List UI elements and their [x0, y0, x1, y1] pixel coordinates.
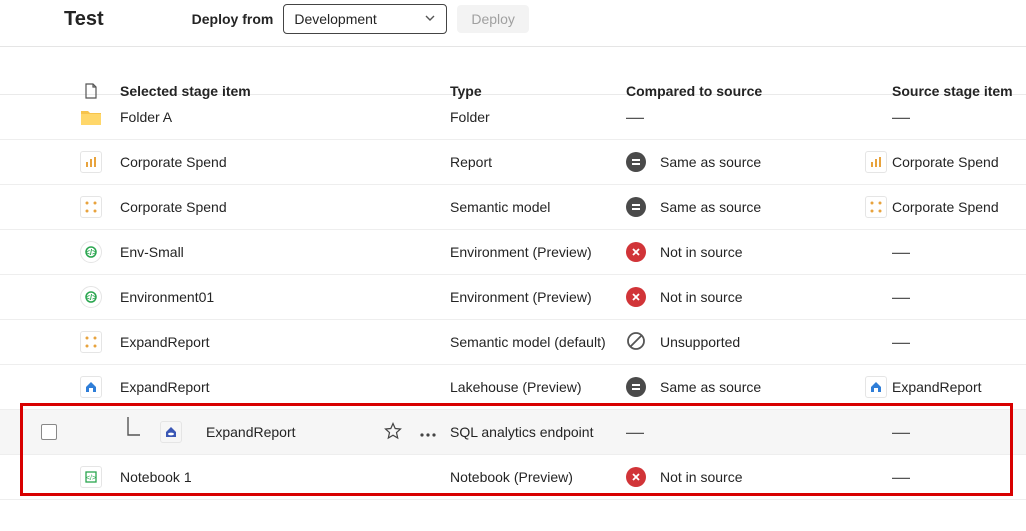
source-item-name: —: [892, 287, 1026, 308]
compare-label: Same as source: [660, 379, 761, 395]
source-item-type-icon: [860, 376, 892, 398]
item-name: Folder A: [120, 109, 172, 125]
source-item-name: —: [892, 242, 1026, 263]
item-name: Corporate Spend: [120, 154, 227, 170]
svg-text:</>: </>: [85, 293, 97, 302]
item-name: Corporate Spend: [120, 199, 227, 215]
same-as-source-icon: [626, 197, 646, 217]
item-name: Notebook 1: [120, 469, 192, 485]
col-selected-stage-item: Selected stage item: [120, 83, 450, 99]
table-header: Selected stage item Type Compared to sou…: [0, 47, 1026, 95]
item-type-icon: [62, 376, 120, 398]
item-type-label: Lakehouse (Preview): [450, 379, 626, 395]
source-item-name: Corporate Spend: [892, 199, 1026, 215]
table-row[interactable]: ExpandReportSQL analytics endpoint——: [0, 410, 1026, 455]
not-in-source-icon: [626, 242, 646, 262]
compare-label: Unsupported: [660, 334, 740, 350]
source-stage-select[interactable]: Development: [283, 4, 447, 34]
table-row[interactable]: ExpandReport Semantic model (default) Unsu…: [0, 320, 1026, 365]
source-item-name: —: [892, 332, 1026, 353]
table-row[interactable]: ExpandReport Lakehouse (Preview) Same as s…: [0, 365, 1026, 410]
svg-text:</>: </>: [86, 475, 96, 482]
source-item-name: Corporate Spend: [892, 154, 1026, 170]
item-type-label: Semantic model: [450, 199, 626, 215]
deploy-button[interactable]: Deploy: [457, 5, 529, 33]
source-item-type-icon: [860, 151, 892, 173]
compare-label: Same as source: [660, 154, 761, 170]
item-type-icon: [62, 331, 120, 353]
compare-label: Not in source: [660, 469, 742, 485]
item-name: Environment01: [120, 289, 214, 305]
table-row[interactable]: Folder AFolder——: [0, 95, 1026, 140]
stage-title: Test: [64, 8, 104, 31]
table-row[interactable]: </> Env-Small Environment (Preview) Not in …: [0, 230, 1026, 275]
source-item-name: ExpandReport: [892, 379, 1026, 395]
item-type-label: Environment (Preview): [450, 244, 626, 260]
item-name: ExpandReport: [120, 334, 210, 350]
item-type-label: Semantic model (default): [450, 334, 626, 350]
item-type-label: Report: [450, 154, 626, 170]
item-type-icon: [62, 196, 120, 218]
table-row[interactable]: Corporate Spend Report Same as source Corpo…: [0, 140, 1026, 185]
item-type-label: Notebook (Preview): [450, 469, 626, 485]
item-icon-header: [62, 83, 120, 99]
deploy-from-label: Deploy from: [192, 11, 274, 27]
compare-label: Not in source: [660, 244, 742, 260]
source-item-name: —: [892, 107, 1026, 128]
item-name: ExpandReport: [206, 424, 296, 440]
item-type-label: Folder: [450, 109, 626, 125]
compare-label: Same as source: [660, 199, 761, 215]
not-in-source-icon: [626, 467, 646, 487]
items-table: Selected stage item Type Compared to sou…: [0, 47, 1026, 500]
item-type-icon: </>: [62, 286, 120, 308]
chevron-down-icon: [424, 11, 436, 27]
item-type-label: Environment (Preview): [450, 289, 626, 305]
item-type-icon: [160, 421, 182, 443]
col-type: Type: [450, 83, 626, 99]
favorite-star-icon[interactable]: [384, 422, 402, 443]
item-name: ExpandReport: [120, 379, 210, 395]
col-source-stage-item: Source stage item: [892, 83, 1026, 99]
item-type-icon: [62, 108, 120, 126]
item-type-icon: [62, 151, 120, 173]
svg-text:</>: </>: [85, 248, 97, 257]
table-row[interactable]: </> Notebook 1 Notebook (Preview) Not in so…: [0, 455, 1026, 500]
row-checkbox[interactable]: [41, 424, 57, 440]
source-item-name: —: [892, 467, 1026, 488]
compare-dash: —: [626, 422, 644, 443]
compare-label: Not in source: [660, 289, 742, 305]
table-row[interactable]: Corporate Spend Semantic model Same as sou…: [0, 185, 1026, 230]
table-row[interactable]: </> Environment01 Environment (Preview) Not…: [0, 275, 1026, 320]
item-type-icon: </>: [62, 241, 120, 263]
same-as-source-icon: [626, 152, 646, 172]
source-item-name: —: [892, 422, 1026, 443]
item-type-label: SQL analytics endpoint: [450, 424, 626, 440]
more-actions-icon[interactable]: [420, 424, 436, 440]
col-compared: Compared to source: [626, 83, 860, 99]
item-name: Env-Small: [120, 244, 184, 260]
source-item-type-icon: [860, 196, 892, 218]
not-in-source-icon: [626, 287, 646, 307]
source-stage-selected: Development: [294, 11, 377, 27]
unsupported-icon: [626, 331, 646, 354]
same-as-source-icon: [626, 377, 646, 397]
item-type-icon: </>: [62, 466, 120, 488]
tree-connector-icon: [122, 417, 144, 448]
compare-dash: —: [626, 107, 644, 128]
